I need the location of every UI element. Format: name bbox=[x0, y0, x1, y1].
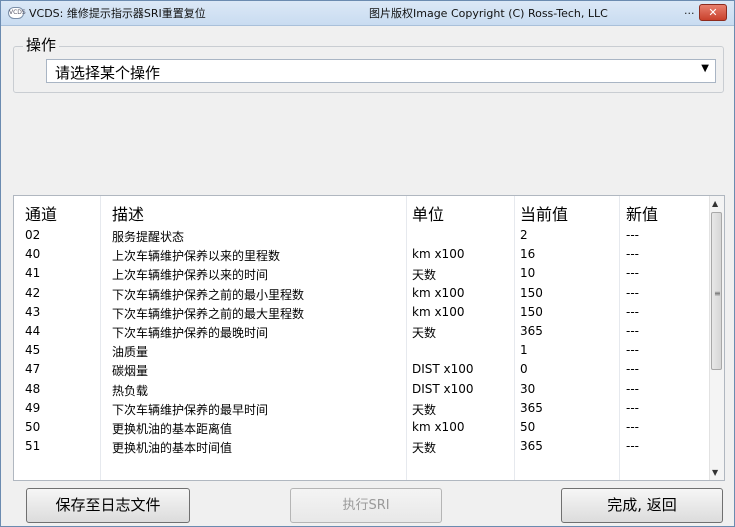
cell-description: 碳烟量 bbox=[112, 364, 149, 379]
cell-channel: 48 bbox=[25, 381, 41, 396]
table-row[interactable]: 40 上次车辆维护保养以来的里程数 km x100 16 --- bbox=[14, 245, 712, 264]
done-back-button[interactable]: 完成, 返回 bbox=[561, 488, 723, 523]
cell-current-value: 0 bbox=[520, 362, 528, 377]
scroll-thumb[interactable]: ≡ bbox=[711, 212, 722, 370]
table-row[interactable]: 02 服务提醒状态 2 --- bbox=[14, 226, 712, 245]
cell-unit: km x100 bbox=[412, 420, 465, 434]
cell-current-value: 30 bbox=[520, 381, 536, 396]
cell-new-value: --- bbox=[626, 304, 639, 319]
cell-new-value: --- bbox=[626, 324, 639, 338]
window-title: VCDS: 维修提示指示器SRI重置复位 bbox=[29, 7, 206, 20]
more-icon[interactable]: ... bbox=[684, 4, 695, 17]
table-row[interactable]: 41 上次车辆维护保养以来的时间 天数 10 --- bbox=[14, 264, 712, 283]
cell-channel: 45 bbox=[25, 343, 41, 358]
cell-new-value: --- bbox=[626, 247, 639, 262]
cell-channel: 47 bbox=[25, 362, 41, 377]
cell-current-value: 365 bbox=[520, 439, 543, 454]
cell-new-value: --- bbox=[626, 362, 639, 377]
cell-description: 油质量 bbox=[112, 345, 149, 360]
cell-description: 上次车辆维护保养以来的里程数 bbox=[112, 249, 281, 264]
cell-channel: 51 bbox=[25, 439, 41, 454]
table-row[interactable]: 48 热负载 DIST x100 30 --- bbox=[14, 380, 712, 399]
cell-channel: 49 bbox=[25, 400, 41, 415]
scroll-down-icon[interactable]: ▼ bbox=[712, 468, 718, 477]
copyright-notice: 图片版权Image Copyright (C) Ross-Tech, LLC bbox=[369, 7, 608, 20]
table-row[interactable]: 42 下次车辆维护保养之前的最小里程数 km x100 150 --- bbox=[14, 284, 712, 303]
chevron-down-icon[interactable]: ▼ bbox=[701, 63, 709, 74]
cell-new-value: --- bbox=[626, 266, 639, 281]
header-current-value[interactable]: 当前值 bbox=[520, 201, 568, 225]
table-row[interactable]: 50 更换机油的基本距离值 km x100 50 --- bbox=[14, 418, 712, 437]
cell-unit: km x100 bbox=[412, 304, 465, 319]
cell-new-value: --- bbox=[626, 228, 639, 242]
cell-description: 更换机油的基本时间值 bbox=[112, 441, 233, 456]
table-scrollbar[interactable]: ▲ ≡ ▼ bbox=[709, 196, 724, 480]
vcds-app-icon: VCDS bbox=[8, 7, 26, 19]
cell-new-value: --- bbox=[626, 285, 639, 300]
cell-channel: 41 bbox=[25, 266, 41, 281]
table-row[interactable]: 47 碳烟量 DIST x100 0 --- bbox=[14, 360, 712, 379]
cell-current-value: 150 bbox=[520, 285, 543, 300]
cell-current-value: 16 bbox=[520, 247, 536, 262]
table-row[interactable]: 43 下次车辆维护保养之前的最大里程数 km x100 150 --- bbox=[14, 303, 712, 322]
header-unit[interactable]: 单位 bbox=[412, 201, 444, 225]
cell-new-value: --- bbox=[626, 439, 639, 454]
close-button[interactable]: ✕ bbox=[699, 4, 727, 21]
cell-description: 下次车辆维护保养的最早时间 bbox=[112, 402, 269, 417]
cell-channel: 50 bbox=[25, 420, 41, 434]
operation-group-label: 操作 bbox=[23, 34, 60, 55]
execute-sri-button[interactable]: 执行SRI bbox=[290, 488, 442, 523]
table-row[interactable]: 44 下次车辆维护保养的最晚时间 天数 365 --- bbox=[14, 322, 712, 341]
cell-unit: 天数 bbox=[412, 441, 437, 456]
header-description[interactable]: 描述 bbox=[112, 201, 144, 225]
cell-unit: km x100 bbox=[412, 285, 465, 300]
cell-current-value: 150 bbox=[520, 304, 543, 319]
cell-description: 更换机油的基本距离值 bbox=[112, 422, 233, 436]
cell-current-value: 365 bbox=[520, 400, 543, 415]
header-new-value[interactable]: 新值 bbox=[626, 201, 658, 225]
cell-current-value: 365 bbox=[520, 324, 543, 338]
grip-icon: ≡ bbox=[714, 289, 721, 298]
cell-channel: 02 bbox=[25, 228, 41, 242]
cell-channel: 40 bbox=[25, 247, 41, 262]
cell-current-value: 1 bbox=[520, 343, 528, 358]
cell-new-value: --- bbox=[626, 420, 639, 434]
cell-unit: km x100 bbox=[412, 247, 465, 262]
scroll-up-icon[interactable]: ▲ bbox=[712, 199, 718, 208]
header-channel[interactable]: 通道 bbox=[25, 201, 57, 225]
table-row[interactable]: 49 下次车辆维护保养的最早时间 天数 365 --- bbox=[14, 399, 712, 418]
cell-new-value: --- bbox=[626, 400, 639, 415]
cell-channel: 42 bbox=[25, 285, 41, 300]
cell-channel: 43 bbox=[25, 304, 41, 319]
table-row[interactable]: 51 更换机油的基本时间值 天数 365 --- bbox=[14, 437, 712, 456]
cell-current-value: 10 bbox=[520, 266, 536, 281]
cell-unit: 天数 bbox=[412, 268, 437, 283]
title-bar[interactable]: VCDS VCDS: 维修提示指示器SRI重置复位 图片版权Image Copy… bbox=[1, 1, 734, 26]
cell-description: 上次车辆维护保养以来的时间 bbox=[112, 268, 269, 283]
cell-new-value: --- bbox=[626, 343, 639, 358]
cell-description: 服务提醒状态 bbox=[112, 230, 185, 244]
cell-description: 下次车辆维护保养的最晚时间 bbox=[112, 326, 269, 340]
cell-channel: 44 bbox=[25, 324, 41, 338]
save-log-button[interactable]: 保存至日志文件 bbox=[26, 488, 190, 523]
vcds-window: VCDS VCDS: 维修提示指示器SRI重置复位 图片版权Image Copy… bbox=[0, 0, 735, 527]
channel-table: 通道 描述 单位 当前值 新值 02 服务提醒状态 2 --- 40 上次车辆维护保养以来… bbox=[13, 195, 725, 481]
operation-select-value: 请选择某个操作 bbox=[55, 64, 161, 82]
cell-description: 下次车辆维护保养之前的最小里程数 bbox=[112, 287, 305, 302]
cell-current-value: 50 bbox=[520, 420, 536, 434]
cell-unit: DIST x100 bbox=[412, 362, 474, 377]
operation-select[interactable]: 请选择某个操作 ▼ bbox=[46, 59, 716, 83]
cell-description: 下次车辆维护保养之前的最大里程数 bbox=[112, 306, 305, 321]
cell-unit: DIST x100 bbox=[412, 381, 474, 396]
cell-description: 热负载 bbox=[112, 383, 149, 398]
cell-unit: 天数 bbox=[412, 326, 437, 340]
cell-new-value: --- bbox=[626, 381, 639, 396]
table-row[interactable]: 45 油质量 1 --- bbox=[14, 341, 712, 360]
cell-unit: 天数 bbox=[412, 402, 437, 417]
cell-current-value: 2 bbox=[520, 228, 528, 242]
